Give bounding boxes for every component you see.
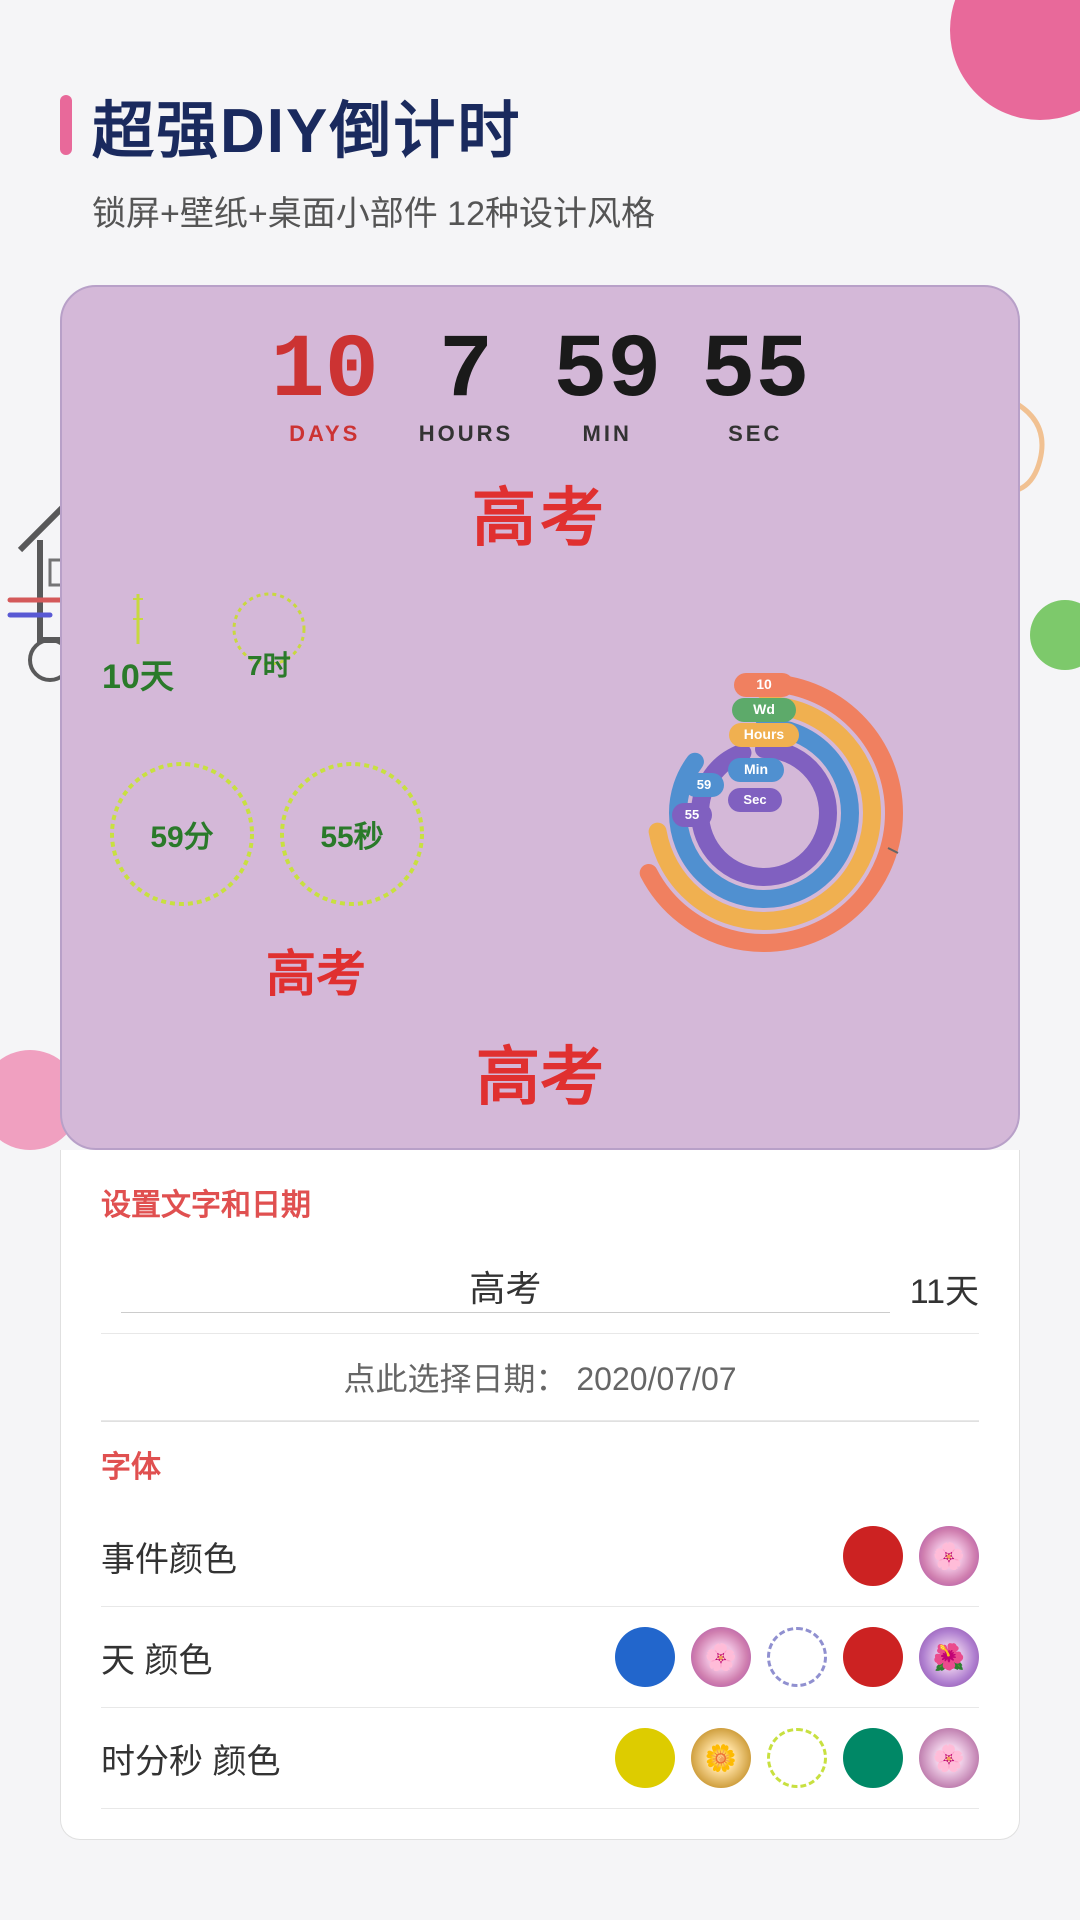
widget-card: 10 DAYS 7 HOURS 59 MIN 55 SEC 高考 xyxy=(60,285,1020,1150)
min-number: 59 xyxy=(553,327,661,417)
widget-inner: 10天 7时 xyxy=(102,589,978,1006)
hms-color-flower2[interactable]: 🌸 xyxy=(919,1728,979,1788)
day-color-outlined[interactable] xyxy=(767,1627,827,1687)
day-color-row: 天 颜色 🌸 🌺 xyxy=(101,1607,979,1708)
donut-chart-container: 10 Wd Hours 59 Min 55 xyxy=(624,658,904,938)
svg-text:59: 59 xyxy=(697,777,711,792)
settings-section-label: 设置文字和日期 xyxy=(101,1180,979,1224)
card-event-title-top: 高考 xyxy=(102,467,978,559)
hms-color-flower1[interactable]: 🌼 xyxy=(691,1728,751,1788)
days-number: 10 xyxy=(271,327,379,417)
days-text: 10天 xyxy=(102,649,174,698)
svg-text:Sec: Sec xyxy=(743,792,766,807)
date-select-text[interactable]: 点此选择日期： 2020/07/07 xyxy=(101,1354,979,1400)
font-section: 字体 事件颜色 🌸 天 颜色 🌸 🌺 时分秒 颜色 xyxy=(101,1442,979,1809)
event-name-input[interactable] xyxy=(121,1265,890,1313)
hms-color-outlined-green[interactable] xyxy=(767,1728,827,1788)
widget-right: 10 Wd Hours 59 Min 55 xyxy=(550,658,978,938)
header: 超强DIY倒计时 锁屏+壁纸+桌面小部件 12种设计风格 xyxy=(0,0,1080,265)
donut-chart-svg: 10 Wd Hours 59 Min 55 xyxy=(624,658,904,968)
hours-number: 7 xyxy=(439,327,493,417)
header-bar-decoration xyxy=(60,95,72,155)
svg-text:Min: Min xyxy=(744,761,768,777)
event-name-row[interactable]: 11天 xyxy=(101,1244,979,1334)
day-color-options: 🌸 🌺 xyxy=(615,1627,979,1687)
hms-color-teal-dot[interactable] xyxy=(843,1728,903,1788)
secs-ring-label: 55秒 xyxy=(320,812,383,856)
hours-unit: 7 HOURS xyxy=(419,327,513,447)
app-subtitle: 锁屏+壁纸+桌面小部件 12种设计风格 xyxy=(92,186,1020,235)
days-unit: 10 DAYS xyxy=(271,327,379,447)
hms-color-label: 时分秒 颜色 xyxy=(101,1734,301,1783)
divider xyxy=(101,1421,979,1422)
days-ticks-icon xyxy=(128,589,148,649)
settings-area: 设置文字和日期 11天 点此选择日期： 2020/07/07 字体 事件颜色 🌸… xyxy=(60,1150,1020,1840)
svg-text:Hours: Hours xyxy=(744,726,785,742)
day-color-blue-dot[interactable] xyxy=(615,1627,675,1687)
widget-left: 10天 7时 xyxy=(102,589,530,1006)
date-value: 2020/07/07 xyxy=(576,1361,736,1397)
font-section-label: 字体 xyxy=(101,1442,979,1486)
days-display: 10天 xyxy=(102,589,174,739)
bottom-card-title: 高考 xyxy=(102,1026,978,1118)
mins-ring-label: 59分 xyxy=(150,812,213,856)
sec-label: SEC xyxy=(728,421,782,447)
sec-unit: 55 SEC xyxy=(701,327,809,447)
left-event-title: 高考 xyxy=(102,934,530,1006)
day-color-label: 天 颜色 xyxy=(101,1633,301,1682)
days-hours-text-row: 10天 7时 xyxy=(102,589,530,739)
svg-text:10: 10 xyxy=(756,676,772,692)
secs-ring-container: 55秒 xyxy=(272,754,432,914)
date-select-row[interactable]: 点此选择日期： 2020/07/07 xyxy=(101,1334,979,1421)
date-label: 点此选择日期： xyxy=(343,1361,567,1397)
min-label: MIN xyxy=(583,421,632,447)
event-color-row: 事件颜色 🌸 xyxy=(101,1506,979,1607)
days-count-badge: 11天 xyxy=(910,1264,979,1313)
mins-secs-row: 59分 55秒 xyxy=(102,754,530,914)
hms-color-yellow-dot[interactable] xyxy=(615,1728,675,1788)
event-color-red-dot[interactable] xyxy=(843,1526,903,1586)
header-title-row: 超强DIY倒计时 xyxy=(60,80,1020,170)
day-color-flower1[interactable]: 🌸 xyxy=(691,1627,751,1687)
event-color-label: 事件颜色 xyxy=(101,1532,301,1581)
hms-color-options: 🌼 🌸 xyxy=(615,1728,979,1788)
days-label: DAYS xyxy=(289,421,360,447)
day-color-flower2[interactable]: 🌺 xyxy=(919,1627,979,1687)
event-color-flower[interactable]: 🌸 xyxy=(919,1526,979,1586)
sec-number: 55 xyxy=(701,327,809,417)
day-color-red-dot[interactable] xyxy=(843,1627,903,1687)
digital-countdown-row: 10 DAYS 7 HOURS 59 MIN 55 SEC xyxy=(102,327,978,447)
event-color-options: 🌸 xyxy=(843,1526,979,1586)
hours-display: 7时 xyxy=(194,589,344,739)
min-unit: 59 MIN xyxy=(553,327,661,447)
hours-dotted-ring: 7时 xyxy=(194,589,344,739)
app-title: 超强DIY倒计时 xyxy=(92,80,521,170)
hms-color-row: 时分秒 颜色 🌼 🌸 xyxy=(101,1708,979,1809)
hours-label: HOURS xyxy=(419,421,513,447)
bg-circle-mid-right xyxy=(1030,600,1080,670)
svg-text:55: 55 xyxy=(685,807,699,822)
svg-text:Wd: Wd xyxy=(753,701,775,717)
mins-ring-container: 59分 xyxy=(102,754,262,914)
hours-ring-label: 7时 xyxy=(247,644,291,684)
